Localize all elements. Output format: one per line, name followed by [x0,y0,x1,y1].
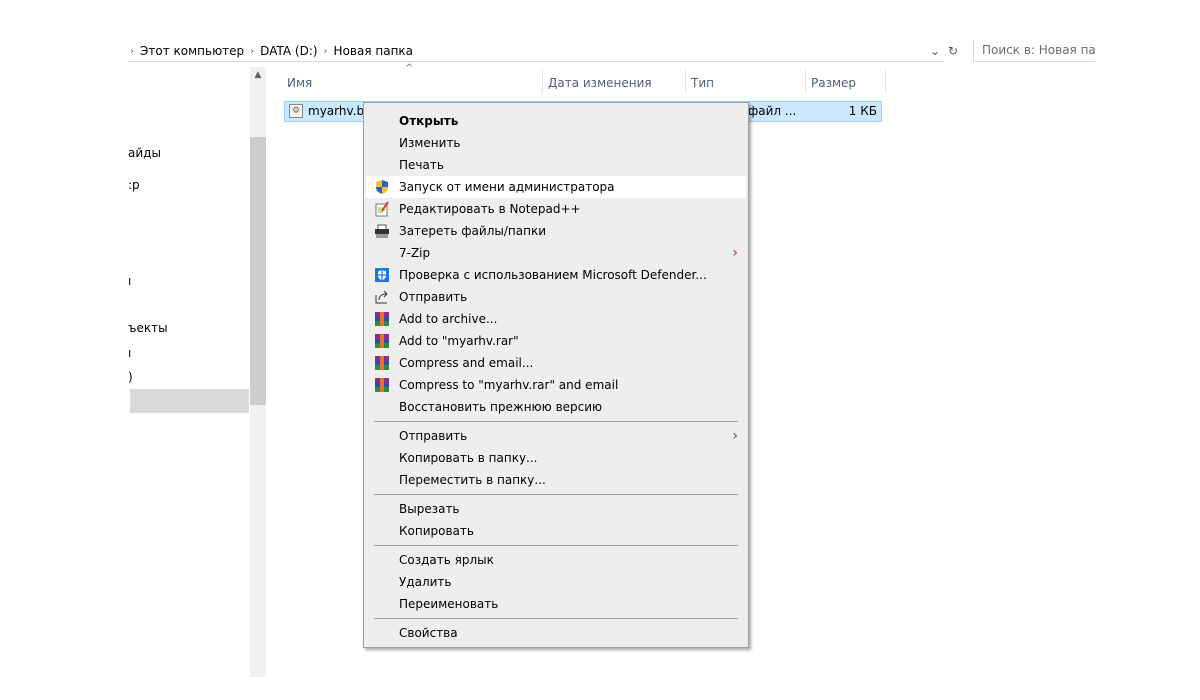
nav-item[interactable]: ı [128,274,131,288]
menu-item[interactable]: Копировать в папку... [366,447,746,469]
menu-item-label: Копировать в папку... [399,451,538,465]
menu-item[interactable]: Add to archive... [366,308,746,330]
menu-item[interactable]: Переместить в папку... [366,469,746,491]
defender-icon [374,267,390,283]
menu-item-label: Вырезать [399,502,460,516]
file-type: файл ... [748,104,797,118]
menu-item-label: Отправить [399,429,468,443]
breadcrumb: › Этот компьютер › DATA (D:) › Новая пап… [130,42,413,60]
menu-item-label: Проверка с использованием Microsoft Defe… [399,268,707,282]
menu-item-label: Отправить [399,290,468,304]
menu-item-label: 7-Zip [399,246,431,260]
nav-item[interactable]: :р [128,178,140,192]
menu-item[interactable]: Compress and email... [366,352,746,374]
menu-item[interactable]: Копировать [366,520,746,542]
menu-separator [374,618,738,619]
menu-item-label: Восстановить прежнюю версию [399,400,603,414]
nav-item[interactable]: ı [128,346,131,360]
menu-item[interactable]: Отправить › [366,425,746,447]
menu-item[interactable]: Проверка с использованием Microsoft Defe… [366,264,746,286]
menu-separator [374,545,738,546]
column-header-size[interactable]: Размер [805,72,885,94]
nav-item-selected[interactable] [130,389,249,413]
chevron-right-icon[interactable]: › [324,46,328,57]
column-header-date[interactable]: Дата изменения [542,72,685,94]
menu-item-label: Удалить [399,575,452,589]
column-header-name[interactable]: Имя [281,72,542,94]
nav-item[interactable]: ъекты [128,321,168,335]
winrar-icon [374,311,390,327]
menu-item-label: Изменить [399,136,461,150]
winrar-icon [374,377,390,393]
file-size: 1 КБ [848,104,877,118]
submenu-chevron-icon: › [732,245,738,261]
nav-item[interactable]: айды [128,146,161,160]
breadcrumb-item[interactable]: Новая папка [334,44,413,58]
notepad-plus-plus-icon [374,201,390,217]
menu-item[interactable]: Вырезать [366,498,746,520]
menu-item-label: Compress to "myarhv.rar" and email [399,378,619,392]
breadcrumb-item[interactable]: DATA (D:) [260,44,317,58]
menu-item-label: Свойства [399,626,458,640]
batch-file-icon: ⚙ [289,104,303,118]
menu-item[interactable]: Затереть файлы/папки [366,220,746,242]
menu-item[interactable]: Переименовать [366,593,746,615]
menu-item[interactable]: Свойства [366,622,746,644]
shredder-icon [374,223,390,239]
chevron-right-icon[interactable]: › [250,46,254,57]
menu-item-label: Compress and email... [399,356,534,370]
nav-scrollbar-thumb[interactable] [250,137,266,405]
menu-item[interactable]: Создать ярлык [366,549,746,571]
menu-item-label: Создать ярлык [399,553,494,567]
menu-item[interactable]: Удалить [366,571,746,593]
chevron-right-icon: › [130,45,134,57]
menu-item-label: Add to "myarhv.rar" [399,334,519,348]
menu-item-label: Запуск от имени администратора [399,180,615,194]
nav-item[interactable]: ) [128,370,133,384]
menu-item[interactable]: Compress to "myarhv.rar" and email [366,374,746,396]
menu-item-label: Копировать [399,524,474,538]
menu-item[interactable]: Восстановить прежнюю версию [366,396,746,418]
address-bar-border [128,61,944,62]
menu-item-label: Редактировать в Notepad++ [399,202,581,216]
menu-item[interactable]: Запуск от имени администратора [366,176,746,198]
menu-item[interactable]: Открыть [366,110,746,132]
context-menu: Открыть Изменить Печать Запуск от имени адм… [363,102,749,648]
menu-item-label: Переименовать [399,597,499,611]
menu-item[interactable]: Печать [366,154,746,176]
uac-shield-icon [374,179,390,195]
search-input[interactable]: Поиск в: Новая папка [973,40,1095,62]
menu-item-label: Открыть [399,114,459,128]
menu-item-label: Печать [399,158,444,172]
address-bar-buttons: ⌄ ↻ [926,40,962,62]
breadcrumb-item[interactable]: Этот компьютер [140,44,244,58]
menu-item-label: Затереть файлы/папки [399,224,546,238]
menu-separator [374,421,738,422]
file-name: myarhv.ba [308,104,372,118]
menu-item[interactable]: Add to "myarhv.rar" [366,330,746,352]
menu-item-label: Переместить в папку... [399,473,546,487]
menu-separator [374,494,738,495]
menu-item[interactable]: Редактировать в Notepad++ [366,198,746,220]
submenu-chevron-icon: › [732,428,738,444]
column-divider[interactable] [885,70,886,94]
share-icon [374,289,390,305]
winrar-icon [374,333,390,349]
history-dropdown-icon[interactable]: ⌄ [926,44,944,58]
scroll-up-icon[interactable]: ▲ [250,70,266,80]
refresh-icon[interactable]: ↻ [944,44,962,58]
menu-item-label: Add to archive... [399,312,498,326]
column-header-type[interactable]: Тип [685,72,805,94]
menu-item[interactable]: Отправить [366,286,746,308]
winrar-icon [374,355,390,371]
menu-item[interactable]: 7-Zip › [366,242,746,264]
menu-item[interactable]: Изменить [366,132,746,154]
